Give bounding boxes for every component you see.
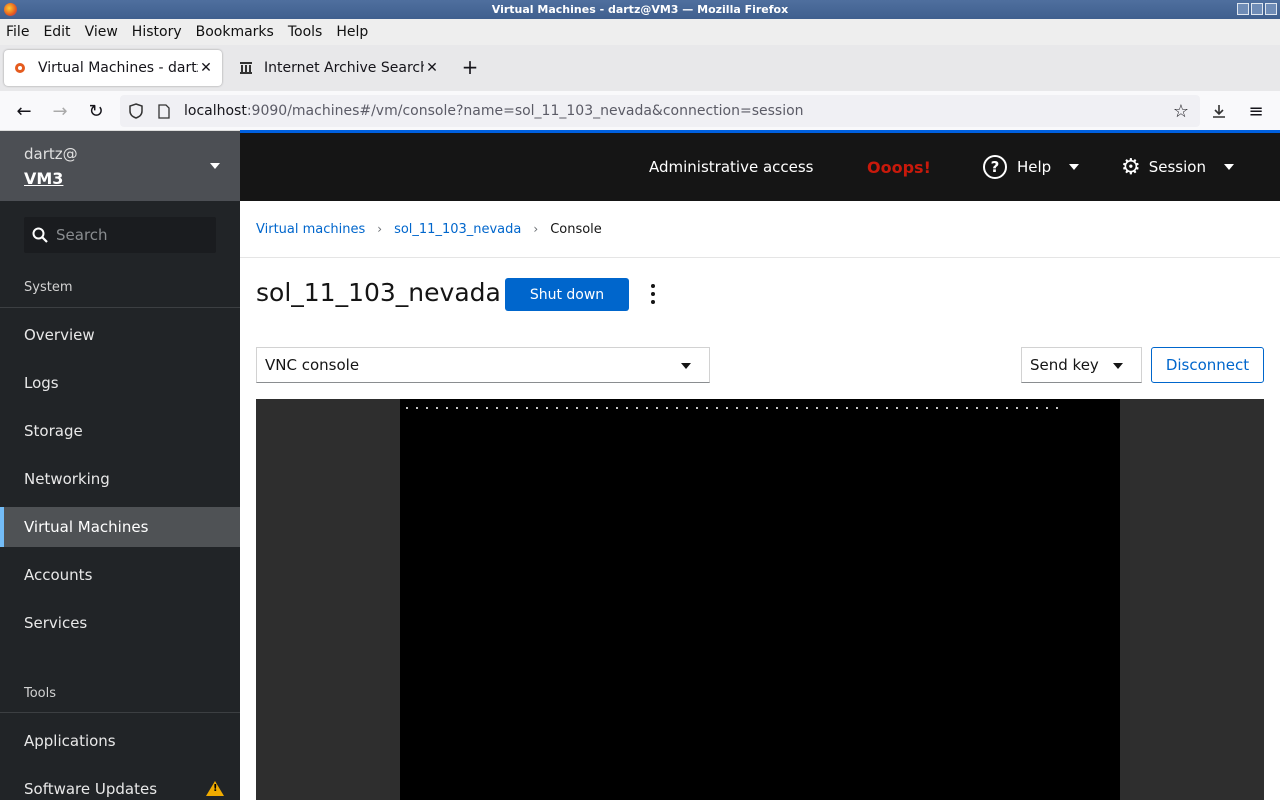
nav-bar: ← → ↻ localhost:9090/machines#/vm/consol… (0, 91, 1280, 131)
administrative-access-button[interactable]: Administrative access (649, 133, 814, 201)
chevron-down-icon (1069, 164, 1080, 170)
url-path: :9090/machines#/vm/console?name=sol_11_1… (246, 103, 804, 119)
vnc-screen[interactable] (400, 399, 1120, 800)
vnc-screen-dots (402, 406, 1062, 410)
chevron-down-icon (210, 163, 220, 169)
menu-edit[interactable]: Edit (43, 24, 70, 40)
sidebar-item-software-updates[interactable]: Software Updates (0, 769, 240, 800)
warning-icon (206, 781, 224, 796)
window-controls (1237, 3, 1277, 15)
session-label: Session (1148, 158, 1206, 176)
help-label: Help (1017, 158, 1052, 176)
hamburger-menu-icon[interactable]: ≡ (1244, 99, 1268, 123)
firefox-logo-icon (4, 3, 17, 16)
menu-help[interactable]: Help (336, 24, 368, 40)
app-header: Administrative access Ooops! ? Help ⚙ Se… (240, 133, 1280, 201)
close-window-icon[interactable] (1265, 3, 1277, 15)
archive-favicon-icon (238, 60, 254, 76)
page-title: sol_11_103_nevada (256, 278, 501, 307)
breadcrumb-vm-name[interactable]: sol_11_103_nevada (394, 222, 521, 237)
section-system-label: System (24, 280, 73, 295)
menu-file[interactable]: File (6, 24, 29, 40)
send-key-label: Send key (1030, 356, 1099, 374)
sidebar-item-networking[interactable]: Networking (0, 459, 240, 499)
session-menu[interactable]: ⚙ Session (1121, 133, 1234, 201)
menu-tools[interactable]: Tools (288, 24, 323, 40)
sidebar-item-virtual-machines[interactable]: Virtual Machines (0, 507, 240, 547)
sidebar-item-accounts[interactable]: Accounts (0, 555, 240, 595)
shield-icon[interactable] (124, 103, 148, 119)
kebab-menu-icon[interactable] (648, 284, 658, 304)
close-tab-icon[interactable]: ✕ (424, 60, 440, 76)
sidebar: dartz@ VM3 System Overview Logs Storage … (0, 131, 240, 800)
host-user: dartz@ (24, 145, 78, 163)
breadcrumb-virtual-machines[interactable]: Virtual machines (256, 222, 365, 237)
sidebar-item-label: Software Updates (24, 780, 158, 798)
back-icon[interactable]: ← (12, 99, 36, 123)
url-bar[interactable]: localhost:9090/machines#/vm/console?name… (120, 95, 1200, 127)
downloads-icon[interactable] (1207, 99, 1231, 123)
search-icon (32, 227, 48, 243)
url-host: localhost (184, 103, 247, 119)
tab-virtual-machines[interactable]: Virtual Machines - dartz@VM3 ✕ (4, 50, 222, 86)
chevron-down-icon (1223, 164, 1234, 170)
divider (0, 712, 240, 713)
menu-bar: File Edit View History Bookmarks Tools H… (0, 19, 1280, 45)
sidebar-item-services[interactable]: Services (0, 603, 240, 643)
tab-bar: Virtual Machines - dartz@VM3 ✕ Internet … (0, 45, 1280, 91)
help-icon: ? (983, 155, 1007, 179)
minimize-icon[interactable] (1237, 3, 1249, 15)
host-switcher[interactable]: dartz@ VM3 (0, 131, 240, 201)
maximize-icon[interactable] (1251, 3, 1263, 15)
sidebar-item-storage[interactable]: Storage (0, 411, 240, 451)
tab-label: Internet Archive Search: (264, 60, 424, 76)
breadcrumb-chevron-icon: › (533, 222, 539, 236)
gear-icon: ⚙ (1121, 154, 1141, 180)
help-menu[interactable]: ? Help (983, 133, 1080, 201)
disconnect-button[interactable]: Disconnect (1151, 347, 1264, 383)
sidebar-search[interactable] (24, 217, 216, 253)
tab-internet-archive[interactable]: Internet Archive Search: ✕ (230, 50, 448, 86)
search-input[interactable] (56, 226, 206, 244)
chevron-down-icon (1113, 363, 1123, 369)
section-tools-label: Tools (24, 686, 57, 701)
sidebar-item-applications[interactable]: Applications (0, 721, 240, 761)
menu-bookmarks[interactable]: Bookmarks (196, 24, 274, 40)
breadcrumb: Virtual machines › sol_11_103_nevada › C… (240, 201, 1280, 258)
tab-label: Virtual Machines - dartz@VM3 (38, 60, 198, 76)
cockpit-favicon-icon (12, 60, 28, 76)
forward-icon[interactable]: → (48, 99, 72, 123)
close-tab-icon[interactable]: ✕ (198, 60, 214, 76)
main-content: sol_11_103_nevada Shut down VNC console … (240, 258, 1280, 800)
divider (0, 307, 240, 308)
send-key-dropdown[interactable]: Send key (1021, 347, 1142, 383)
chevron-down-icon (681, 363, 691, 369)
console-type-value: VNC console (265, 356, 360, 374)
window-titlebar: Virtual Machines - dartz@VM3 — Mozilla F… (0, 0, 1280, 19)
menu-history[interactable]: History (132, 24, 182, 40)
ooops-button[interactable]: Ooops! (867, 133, 931, 201)
sidebar-item-overview[interactable]: Overview (0, 315, 240, 355)
vnc-console-area (256, 399, 1264, 800)
page-icon[interactable] (152, 103, 176, 119)
console-type-select[interactable]: VNC console (256, 347, 710, 383)
reload-icon[interactable]: ↻ (84, 99, 108, 123)
breadcrumb-current: Console (550, 221, 602, 237)
window-title: Virtual Machines - dartz@VM3 — Mozilla F… (491, 3, 789, 16)
new-tab-icon[interactable]: + (458, 55, 482, 79)
host-name: VM3 (24, 169, 64, 188)
bookmark-star-icon[interactable]: ☆ (1169, 99, 1193, 123)
shut-down-button[interactable]: Shut down (505, 278, 629, 311)
menu-view[interactable]: View (85, 24, 118, 40)
sidebar-item-logs[interactable]: Logs (0, 363, 240, 403)
breadcrumb-chevron-icon: › (377, 222, 383, 236)
url-text: localhost:9090/machines#/vm/console?name… (184, 103, 804, 119)
